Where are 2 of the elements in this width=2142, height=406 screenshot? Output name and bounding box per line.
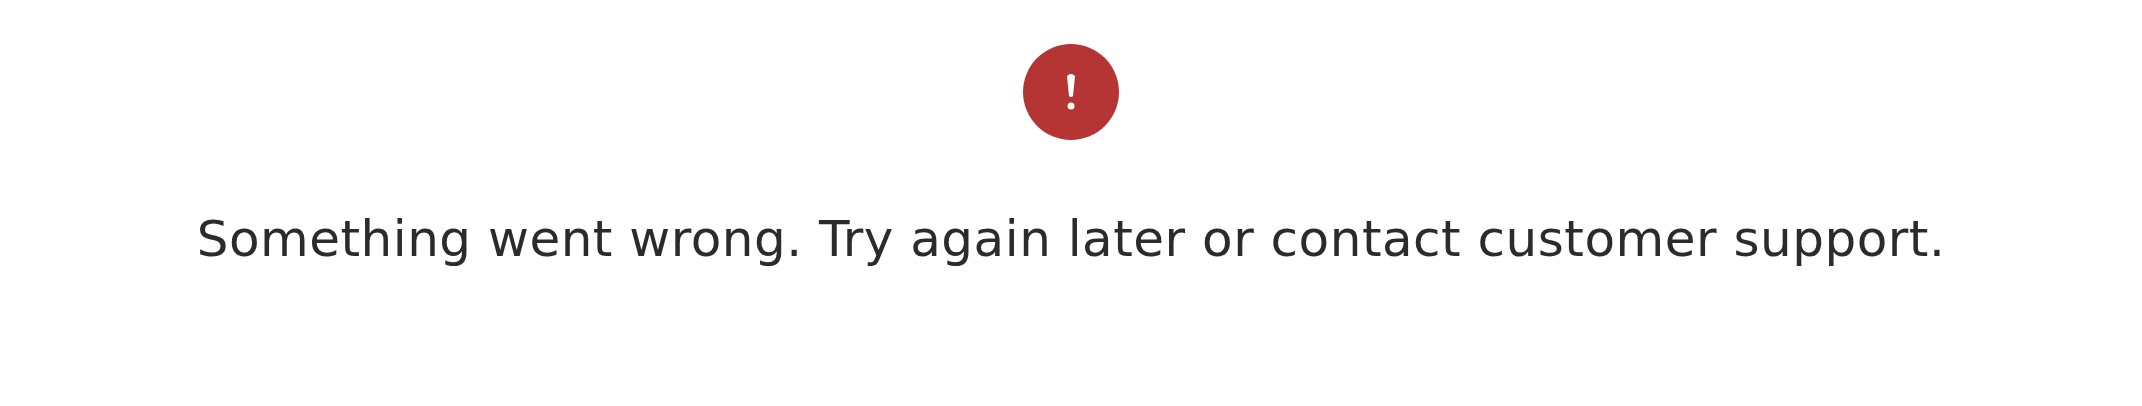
error-message: Something went wrong. Try again later or contact customer support. [196, 210, 1946, 268]
error-icon [1023, 44, 1119, 140]
